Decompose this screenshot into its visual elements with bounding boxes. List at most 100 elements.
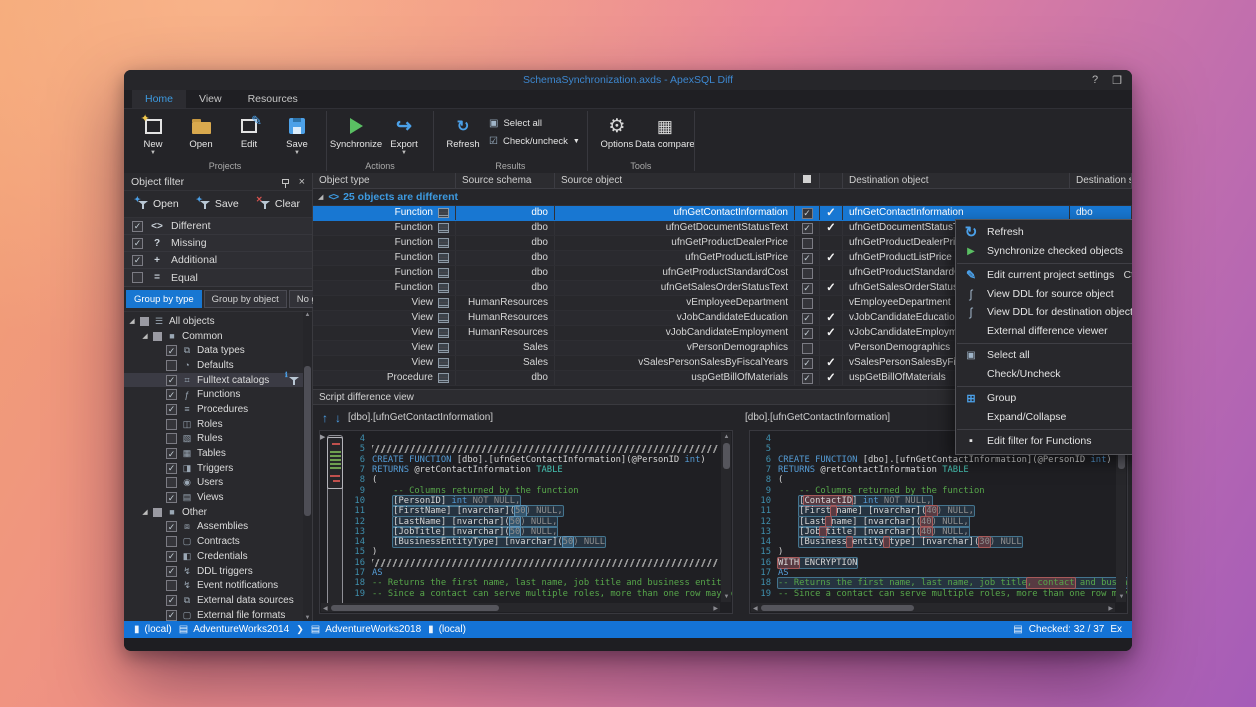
status-segment[interactable]: ▤AdventureWorks2018 <box>311 624 421 635</box>
row-checkbox[interactable]: ✓ <box>802 328 813 339</box>
row-checkbox-cell[interactable]: ✓ <box>795 221 820 235</box>
status-segment[interactable]: ❯ <box>296 624 304 635</box>
source-horizontal-scrollbar[interactable]: ◀▶ <box>321 603 720 612</box>
synchronize-button[interactable]: Synchronize <box>334 112 378 150</box>
tree-checkbox[interactable] <box>166 419 177 430</box>
row-checkbox[interactable] <box>802 268 813 279</box>
menu-item-external-difference-viewer[interactable]: External difference viewer <box>956 322 1132 341</box>
tree-item-other[interactable]: ◢■Other <box>124 505 303 520</box>
menu-item-select-all[interactable]: ▣Select all <box>956 346 1132 365</box>
tree-checkbox[interactable]: ✓ <box>166 566 177 577</box>
column-header-checkbox[interactable] <box>795 173 820 188</box>
tree-checkbox[interactable] <box>166 477 177 488</box>
menu-item-synchronize-checked-objects[interactable]: ▶Synchronize checked objects <box>956 242 1132 261</box>
menu-item-edit-filter-for-functions[interactable]: ▪Edit filter for Functions <box>956 432 1132 451</box>
tree-item-procedures[interactable]: ✓≡Procedures <box>124 402 303 417</box>
expander-icon[interactable]: ◢ <box>141 332 149 340</box>
column-header-destination-object[interactable]: Destination object <box>843 173 1070 188</box>
destination-vertical-scrollbar[interactable]: ▲▼ <box>1116 432 1126 602</box>
tree-item-all-objects[interactable]: ◢☰All objects <box>124 314 303 329</box>
expander-icon[interactable]: ◢ <box>128 317 136 325</box>
clear-filter-button[interactable]: ✕Clear <box>260 198 300 210</box>
tree-checkbox[interactable]: ✓ <box>166 375 177 386</box>
tree-item-users[interactable]: ◉Users <box>124 476 303 491</box>
menu-item-view-ddl-for-source-object[interactable]: ʃView DDL for source object <box>956 285 1132 304</box>
status-segment[interactable]: ▮(local) <box>428 624 466 635</box>
next-difference-icon[interactable]: ↓ <box>335 411 341 425</box>
tree-scrollbar[interactable]: ▲ ▼ <box>303 312 312 621</box>
checkbox-equal[interactable] <box>132 272 143 283</box>
select-all-button[interactable]: ▣Select all <box>489 118 580 129</box>
tree-item-views[interactable]: ✓▤Views <box>124 490 303 505</box>
menu-item-check-uncheck[interactable]: Check/Uncheck <box>956 365 1132 384</box>
tree-item-roles[interactable]: ◫Roles <box>124 417 303 432</box>
row-checkbox[interactable] <box>802 343 813 354</box>
row-checkbox-cell[interactable]: ✓ <box>795 326 820 340</box>
row-checkbox-cell[interactable]: ✓ <box>795 371 820 385</box>
expander-icon[interactable]: ◢ <box>141 508 149 516</box>
column-header-source-schema[interactable]: Source schema <box>456 173 555 188</box>
status-segment[interactable]: ▤AdventureWorks2014 <box>179 624 289 635</box>
row-checkbox-cell[interactable]: ✓ <box>795 356 820 370</box>
menu-item-view-ddl-for-destination-object[interactable]: ʃView DDL for destination object <box>956 303 1132 322</box>
column-header-source-object[interactable]: Source object <box>555 173 795 188</box>
item-filter-icon[interactable]: ℹ <box>289 376 299 385</box>
row-checkbox-cell[interactable]: ✓ <box>795 251 820 265</box>
row-checkbox[interactable]: ✓ <box>802 283 813 294</box>
tree-checkbox[interactable]: ✓ <box>166 404 177 415</box>
row-checkbox-cell[interactable]: ✓ <box>795 311 820 325</box>
tree-item-event-notifications[interactable]: ↯Event notifications <box>124 578 303 593</box>
partial-check-icon[interactable] <box>153 508 162 517</box>
column-header-object-type[interactable]: Object type <box>313 173 456 188</box>
menu-item-edit-current-project-settings[interactable]: ✎Edit current project settingsCtrl+E <box>956 266 1132 285</box>
save-filter-button[interactable]: ✦Save <box>200 198 239 210</box>
row-checkbox[interactable]: ✓ <box>802 253 813 264</box>
tree-checkbox[interactable]: ✓ <box>166 389 177 400</box>
tree-item-credentials[interactable]: ✓◧Credentials <box>124 549 303 564</box>
tree-item-ddl-triggers[interactable]: ✓↯DDL triggers <box>124 564 303 579</box>
tab-view[interactable]: View <box>186 90 235 108</box>
status-segment[interactable]: ▮(local) <box>134 624 172 635</box>
row-checkbox-cell[interactable] <box>795 296 820 310</box>
row-checkbox[interactable] <box>802 238 813 249</box>
menu-item-refresh[interactable]: ↻RefreshF5 <box>956 223 1132 242</box>
partial-check-icon[interactable] <box>153 332 162 341</box>
open-button[interactable]: Open <box>179 112 223 150</box>
collapse-group-icon[interactable]: ◢ <box>318 193 323 201</box>
checkbox-different[interactable]: ✓ <box>132 221 143 232</box>
open-filter-button[interactable]: ✦Open <box>138 198 179 210</box>
row-checkbox[interactable]: ✓ <box>802 373 813 384</box>
row-checkbox[interactable] <box>802 298 813 309</box>
tree-checkbox[interactable]: ✓ <box>166 463 177 474</box>
row-checkbox-cell[interactable] <box>795 236 820 250</box>
options-button[interactable]: ⚙Options <box>595 112 639 150</box>
tree-checkbox[interactable]: ✓ <box>166 448 177 459</box>
row-checkbox[interactable]: ✓ <box>802 358 813 369</box>
row-checkbox-cell[interactable] <box>795 266 820 280</box>
tab-group-by-object[interactable]: Group by object <box>204 290 287 308</box>
column-header-sync[interactable] <box>820 173 843 188</box>
source-vertical-scrollbar[interactable]: ▲▼ <box>721 432 731 602</box>
edit-button[interactable]: Edit <box>227 112 271 150</box>
tree-checkbox[interactable] <box>166 536 177 547</box>
tree-item-external-file-formats[interactable]: ✓▢External file formats <box>124 608 303 621</box>
row-checkbox[interactable]: ✓ <box>802 313 813 324</box>
export-button[interactable]: ↪Export▼ <box>382 112 426 156</box>
tree-checkbox[interactable]: ✓ <box>166 551 177 562</box>
pin-icon[interactable] <box>282 179 289 184</box>
tree-checkbox[interactable] <box>166 433 177 444</box>
filter-row-different[interactable]: ✓<>Different <box>124 218 312 235</box>
check-uncheck-button[interactable]: ☑Check/uncheck▼ <box>489 136 580 147</box>
checkbox-missing[interactable]: ✓ <box>132 238 143 249</box>
grid-group-row[interactable]: ◢ <> 25 objects are different <box>313 189 1132 206</box>
tab-resources[interactable]: Resources <box>235 90 311 108</box>
checkbox-additional[interactable]: ✓ <box>132 255 143 266</box>
partial-check-icon[interactable] <box>140 317 149 326</box>
new-button[interactable]: New▼ <box>131 112 175 156</box>
restore-window-icon[interactable]: ❐ <box>1112 74 1122 87</box>
data-compare-button[interactable]: ▦Data compare <box>643 112 687 150</box>
row-checkbox[interactable]: ✓ <box>802 223 813 234</box>
save-button[interactable]: Save▼ <box>275 112 319 156</box>
tree-checkbox[interactable]: ✓ <box>166 345 177 356</box>
source-code[interactable]: 456CREATE FUNCTION [dbo].[ufnGetContactI… <box>348 431 732 613</box>
